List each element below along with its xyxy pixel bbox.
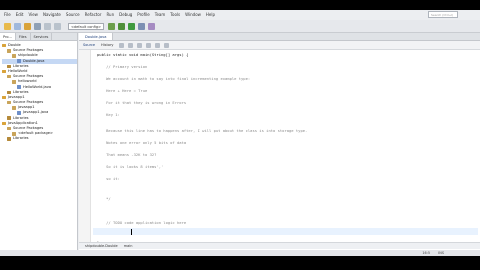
- tree-node-icon: [12, 132, 16, 136]
- letterbox-top: [0, 0, 480, 10]
- projects-panel: Pro... Files Services Double Source Packa…: [0, 33, 78, 255]
- save-all-icon[interactable]: [34, 22, 41, 30]
- code-line: public static void main(String[] args) {: [97, 52, 189, 57]
- tab-projects[interactable]: Pro...: [0, 33, 16, 40]
- current-line-highlight: [93, 228, 478, 235]
- code-line: Key 1:: [97, 112, 120, 117]
- new-project-icon[interactable]: [4, 22, 11, 30]
- code-line: So it is looks 8 items',': [97, 164, 164, 169]
- code-line: // Primary version: [97, 64, 148, 69]
- editor-file-tabs: Double.java: [79, 33, 480, 41]
- forward-icon[interactable]: [128, 42, 134, 48]
- tree-node-icon: [12, 54, 16, 58]
- tab-double-java[interactable]: Double.java: [79, 33, 114, 40]
- main-toolbar: <default config>: [0, 20, 480, 33]
- menu-bar: File Edit View Navigate Source Refactor Run Deb…: [0, 10, 480, 19]
- tree-item[interactable]: Libraries: [2, 136, 77, 141]
- panel-tabs: Pro... Files Services: [0, 33, 77, 41]
- tree-node-icon: [2, 43, 6, 48]
- code-line: Because this line has to happens after, …: [97, 128, 308, 133]
- menu-item-run[interactable]: Run: [106, 12, 114, 17]
- code-area[interactable]: public static void main(String[] args) {…: [93, 50, 478, 245]
- tree-node-icon: [7, 100, 11, 105]
- tree-item-label: Libraries: [13, 136, 29, 141]
- code-line: Here + Here = True: [97, 88, 148, 93]
- redo-icon[interactable]: [54, 22, 61, 30]
- code-line: For it that they is wrong in Errors: [97, 100, 187, 105]
- profile-icon[interactable]: [148, 22, 155, 30]
- letterbox-bottom: [0, 256, 480, 270]
- breadcrumb: shipdouble.Double main: [79, 242, 480, 249]
- menu-item-team[interactable]: Team: [155, 12, 166, 17]
- code-line: */: [97, 196, 111, 201]
- tree-node-icon: [7, 49, 11, 53]
- comment-icon[interactable]: [155, 42, 161, 48]
- code-line: That means -32K to 32?: [97, 152, 157, 157]
- tree-node-icon: [2, 121, 6, 126]
- find-icon[interactable]: [137, 42, 143, 48]
- menu-item-debug[interactable]: Debug: [119, 12, 132, 17]
- menu-item-source[interactable]: Source: [66, 12, 80, 17]
- tree-node-icon: [7, 137, 11, 141]
- back-icon[interactable]: [119, 42, 125, 48]
- tree-node-icon: [17, 85, 21, 89]
- tab-services[interactable]: Services: [31, 33, 53, 40]
- tab-files[interactable]: Files: [16, 33, 31, 40]
- tree-node-icon: [12, 106, 16, 110]
- tree-node-icon: [17, 59, 21, 63]
- text-caret: [131, 229, 132, 235]
- menu-item-view[interactable]: View: [28, 12, 38, 17]
- macro-icon[interactable]: [164, 42, 170, 48]
- menu-item-edit[interactable]: Edit: [16, 12, 24, 17]
- menu-item-file[interactable]: File: [4, 12, 11, 17]
- ide-window: File Edit View Navigate Source Refactor Run Deb…: [0, 0, 480, 270]
- tree-node-icon: [12, 80, 16, 84]
- tree-node-icon: [7, 126, 11, 131]
- project-tree: Double Source Packages shipdouble Double.ja…: [0, 41, 77, 142]
- editor-pane: Double.java Source History public static…: [79, 33, 480, 255]
- undo-icon[interactable]: [44, 22, 51, 30]
- menu-item-tools[interactable]: Tools: [170, 12, 180, 17]
- menu-item-help[interactable]: Help: [206, 12, 215, 17]
- tree-node-icon: [7, 116, 11, 120]
- new-file-icon[interactable]: [14, 22, 21, 30]
- open-project-icon[interactable]: [24, 22, 31, 30]
- menu-item-refactor[interactable]: Refactor: [85, 12, 102, 17]
- toggle-bookmark-icon[interactable]: [146, 42, 152, 48]
- code-line: so it:: [97, 176, 120, 181]
- editor-toolbar: Source History: [79, 41, 480, 50]
- tree-node-icon: [7, 64, 11, 69]
- build-icon[interactable]: [108, 22, 115, 30]
- line-gutter: [79, 50, 91, 242]
- tree-node-icon: [7, 74, 11, 79]
- run-icon[interactable]: [128, 22, 135, 30]
- config-select[interactable]: <default config>: [68, 22, 104, 30]
- breadcrumb-method[interactable]: main: [124, 243, 133, 249]
- tree-node-icon: [17, 111, 21, 115]
- menu-item-navigate[interactable]: Navigate: [43, 12, 61, 17]
- clean-build-icon[interactable]: [118, 22, 125, 30]
- menu-item-window[interactable]: Window: [185, 12, 201, 17]
- search-input[interactable]: Search (Ctrl+I): [428, 11, 458, 18]
- tab-source[interactable]: Source: [83, 43, 95, 47]
- debug-icon[interactable]: [138, 22, 145, 30]
- code-line: Notes one error only 5 bits of data: [97, 140, 187, 145]
- menu-item-profile[interactable]: Profile: [137, 12, 149, 17]
- tree-node-icon: [7, 90, 11, 95]
- code-line: We account in math to say into final inc…: [97, 76, 251, 81]
- breadcrumb-class[interactable]: shipdouble.Double: [85, 243, 118, 249]
- tab-history[interactable]: History: [101, 43, 113, 47]
- code-line: // TODO code application logic here: [97, 220, 187, 225]
- tree-node-icon: [2, 69, 6, 74]
- tree-node-icon: [2, 95, 6, 100]
